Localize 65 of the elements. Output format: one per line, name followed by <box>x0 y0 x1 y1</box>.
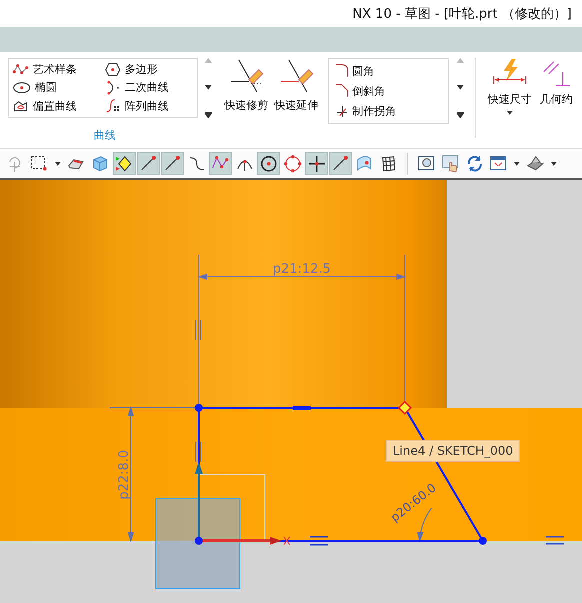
toolbar-button[interactable] <box>329 152 352 175</box>
gallery-item[interactable]: 制作拐角 <box>332 104 444 118</box>
gallery-item[interactable]: 多边形 <box>103 62 195 78</box>
curve-tool-icon <box>13 62 29 77</box>
toolbar-button[interactable] <box>161 152 184 175</box>
cube-icon <box>90 154 110 174</box>
gallery-item[interactable]: 二次曲线 <box>103 80 195 96</box>
zoom-window-icon <box>488 154 508 174</box>
gallery-item[interactable]: 倒斜角 <box>332 84 444 98</box>
corner-icon <box>334 84 349 98</box>
group-label: 曲线 <box>94 128 116 143</box>
curve-tool-icon <box>105 80 121 95</box>
horizontal-constraint-icon <box>293 406 311 410</box>
circle-icon <box>282 154 302 174</box>
sketch-point <box>479 537 487 545</box>
curve-tool-icon <box>13 82 31 94</box>
selected-point <box>398 400 412 416</box>
scroll-down-icon[interactable] <box>456 84 464 90</box>
ribbon-button[interactable]: 快速延伸 <box>272 58 322 113</box>
caret-icon <box>551 162 557 166</box>
equal-constraint-icon <box>545 536 565 545</box>
equal-constraint-icon <box>309 536 329 546</box>
toolbar-button[interactable] <box>137 152 160 175</box>
point-marker-icon <box>284 536 290 546</box>
selection-box-icon <box>30 154 50 174</box>
caret-icon <box>55 162 61 166</box>
toolbar-button[interactable] <box>257 152 280 175</box>
gallery-item[interactable]: 偏置曲线 <box>11 98 103 114</box>
expand-gallery-icon[interactable] <box>456 111 464 118</box>
corner-icon <box>334 104 349 118</box>
tooltip: Line4 / SKETCH_000 <box>386 440 520 462</box>
sketch-point <box>195 537 203 545</box>
circle-icon <box>258 154 278 174</box>
curved-sheet-icon <box>354 154 374 174</box>
expand-gallery-icon[interactable] <box>205 111 212 118</box>
dimension-text: p22:8.0 <box>117 450 132 500</box>
gallery-item[interactable]: 椭圆 <box>11 80 103 96</box>
curve-tool-icon <box>105 62 121 77</box>
toolbar-button[interactable] <box>305 152 328 175</box>
curve-tool-icon <box>13 99 29 114</box>
pencil-line-icon <box>228 58 265 94</box>
ribbon-button[interactable]: 快速尺寸 <box>484 58 536 115</box>
corner-icon <box>334 64 349 78</box>
shaded-view-icon <box>526 154 546 174</box>
caret-icon <box>507 111 513 115</box>
curve-tool-icon <box>105 99 121 114</box>
crosshair-icon <box>306 154 326 174</box>
fit-view-icon <box>416 154 436 174</box>
snap-points-icon <box>114 154 134 174</box>
gallery-item[interactable]: 阵列曲线 <box>103 98 195 114</box>
sketch-point <box>195 404 203 412</box>
parallel-constraint-icon <box>196 442 202 462</box>
pencil-line-icon <box>278 58 315 94</box>
dimension-text: p21:12.5 <box>272 262 332 277</box>
gallery-item[interactable]: 圆角 <box>332 64 444 78</box>
window-title: NX 10 - 草图 - [叶轮.prt （修改的）] <box>352 6 572 22</box>
caret-icon <box>514 162 520 166</box>
scroll-down-icon[interactable] <box>205 84 212 90</box>
datum-outline <box>198 474 266 542</box>
toolbar-button[interactable] <box>113 152 136 175</box>
parallel-constraint-icon <box>196 320 202 340</box>
pan-hand-icon <box>440 154 460 174</box>
gallery-item[interactable]: 艺术样条 <box>11 62 103 78</box>
ribbon-button[interactable]: 快速修剪 <box>222 58 272 113</box>
ribbon-button[interactable]: 几何约 <box>540 58 582 115</box>
